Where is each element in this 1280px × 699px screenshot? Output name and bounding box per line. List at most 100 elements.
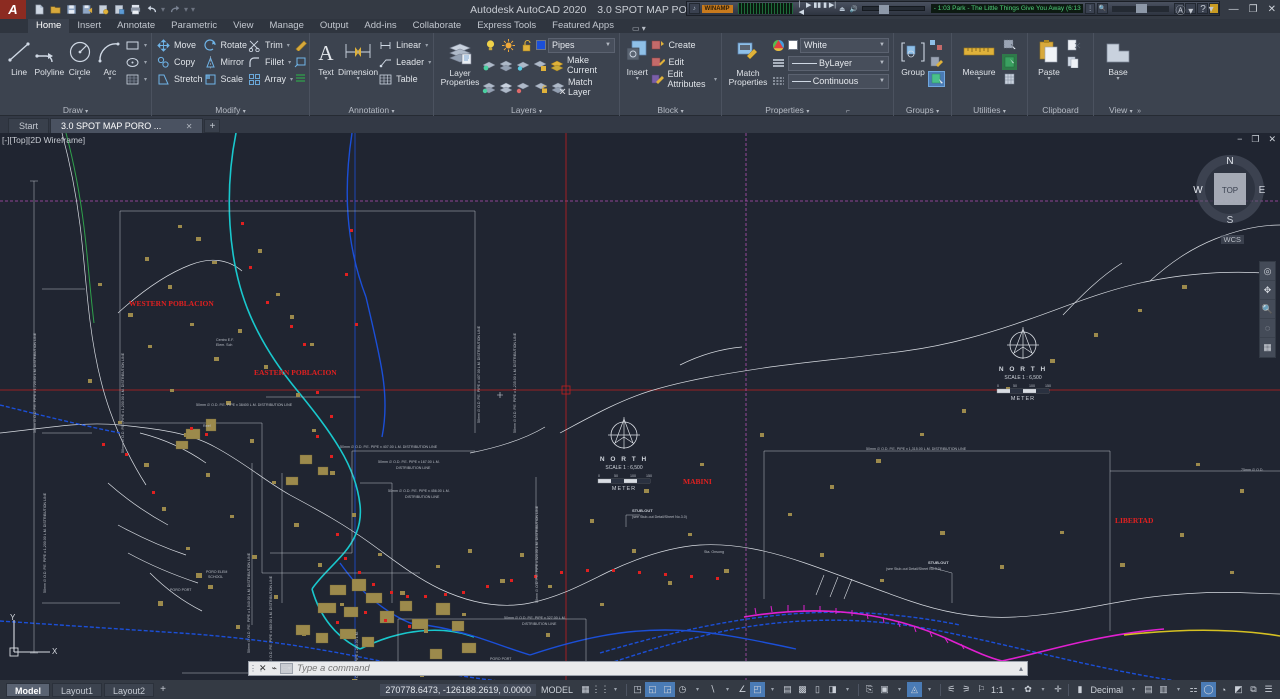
panel-title-draw[interactable]: Draw ▾ xyxy=(0,104,151,116)
showmotion-icon[interactable]: ▦ xyxy=(1260,338,1275,357)
workspace-switch-icon[interactable]: ✿ xyxy=(1020,682,1035,697)
orbit-icon[interactable]: ◌ xyxy=(1260,319,1275,338)
layer-off-icon[interactable] xyxy=(499,57,514,73)
group-edit-button[interactable] xyxy=(928,54,945,70)
command-grip[interactable]: ⋮⋮ xyxy=(249,664,265,673)
match-layer-label[interactable]: Match Layer xyxy=(568,77,615,97)
linetype-combo[interactable]: ByLayer ▼ xyxy=(788,55,889,71)
linetype-combo-caret[interactable]: ▼ xyxy=(879,60,885,66)
help-icon[interactable]: ? ▾ xyxy=(1200,4,1213,15)
share-view-icon[interactable]: ◔ xyxy=(1216,682,1231,697)
match-properties-button[interactable]: Match Properties xyxy=(726,36,770,87)
drawing-canvas[interactable]: .wl{stroke:#d9dde3;fill:none;stroke-widt… xyxy=(0,133,1280,680)
new-icon[interactable] xyxy=(32,2,47,17)
circle-dropdown-caret[interactable]: ▾ xyxy=(78,76,81,82)
ribbon-tab-output[interactable]: Output xyxy=(312,19,357,33)
make-current-label[interactable]: Make Current xyxy=(567,55,615,75)
unlock-icon[interactable] xyxy=(518,37,534,53)
ribbon-tab-home[interactable]: Home xyxy=(28,19,70,33)
open-icon[interactable] xyxy=(48,2,63,17)
object-snap-tracking-toggle[interactable]: ∖ xyxy=(705,682,720,697)
layer-unisolate-icon[interactable] xyxy=(482,79,497,95)
view-cube[interactable]: TOP N S E W xyxy=(1188,147,1272,231)
ribbon-gallery-icon[interactable]: ▭ ▾ xyxy=(632,24,646,33)
close-button[interactable]: ✕ xyxy=(1268,4,1276,15)
cut-button[interactable] xyxy=(1066,37,1081,53)
status-menu-icon[interactable]: ☰ xyxy=(1261,682,1276,697)
print-icon[interactable] xyxy=(128,2,143,17)
lineweight-combo[interactable]: Continuous ▼ xyxy=(788,73,889,89)
arc-button[interactable]: Arc ▾ xyxy=(95,35,125,82)
create-block-button[interactable]: Create xyxy=(650,37,717,53)
autoscale-caret[interactable]: ▾ xyxy=(892,682,907,697)
ortho-mode-toggle[interactable]: ◲ xyxy=(659,682,675,697)
group-selection-button[interactable] xyxy=(928,71,945,87)
winamp-search-button[interactable]: 🔍 xyxy=(1097,3,1108,14)
ellipse-button[interactable]: ▾ xyxy=(125,54,147,70)
annotation-scale-icon-c[interactable]: ⚐ xyxy=(974,682,989,697)
move-button[interactable]: Move xyxy=(156,37,203,53)
units-icon[interactable]: ▮ xyxy=(1072,682,1087,697)
pause-icon[interactable]: ▮▮ xyxy=(813,1,821,16)
panel-title-layers[interactable]: Layers ▾ xyxy=(434,104,619,116)
hatch-dropdown-caret[interactable]: ▾ xyxy=(144,76,147,83)
customize-qat-icon[interactable]: ▾ xyxy=(190,5,196,14)
polar-tracking-toggle[interactable]: ◷ xyxy=(675,682,690,697)
viewport-close-icon[interactable]: ✕ xyxy=(1268,134,1276,145)
winamp-position-slider[interactable] xyxy=(1111,3,1169,13)
polyline-button[interactable]: Polyline xyxy=(34,35,64,77)
annotation-monitor-toggle[interactable]: ◬ xyxy=(906,682,922,697)
polar-tracking-caret[interactable]: ▾ xyxy=(690,682,705,697)
transparency-toggle[interactable]: ▩ xyxy=(795,682,810,697)
lineweight-toggle[interactable]: ▤ xyxy=(780,682,795,697)
selection-filter-toggle[interactable]: ◰ xyxy=(749,682,765,697)
viewport-label[interactable]: [-][Top][2D Wireframe] xyxy=(2,135,85,145)
insert-block-button[interactable]: Insert ▾ xyxy=(624,35,650,82)
viewport-restore-icon[interactable]: ❐ xyxy=(1251,134,1259,145)
play-icon[interactable]: ▶ xyxy=(806,1,811,16)
annotation-scale-icon-a[interactable]: ⚟ xyxy=(944,682,959,697)
command-close-icon[interactable]: ✕ xyxy=(257,663,269,674)
dimension-dropdown-caret[interactable]: ▾ xyxy=(357,76,360,82)
winamp-transport[interactable]: |◀ ▶ ▮▮ ▮ ▶| xyxy=(796,1,840,16)
space-indicator[interactable]: MODEL xyxy=(536,685,578,695)
make-current-icon[interactable] xyxy=(550,57,565,73)
ribbon-tab-express-tools[interactable]: Express Tools xyxy=(469,19,544,33)
trusted-dwg-icon[interactable]: ◩ xyxy=(1231,682,1246,697)
restore-button[interactable]: ❐ xyxy=(1249,4,1258,15)
paste-button[interactable]: Paste ▾ xyxy=(1032,35,1066,82)
application-menu-button[interactable]: A xyxy=(0,0,26,19)
layer-color-swatch[interactable] xyxy=(536,40,546,50)
ribbon-tab-view[interactable]: View xyxy=(225,19,261,33)
ribbon-tab-addins[interactable]: Add-ins xyxy=(356,19,404,33)
arc-dropdown-caret[interactable]: ▾ xyxy=(108,76,111,82)
command-expand-icon[interactable]: ▴ xyxy=(1015,664,1027,673)
dimension-button[interactable]: Dimension ▾ xyxy=(338,35,378,82)
annotation-scale-caret[interactable]: ▾ xyxy=(1005,682,1020,697)
selection-cycling-toggle[interactable]: ▯ xyxy=(810,682,825,697)
copy-button[interactable]: Copy xyxy=(156,54,203,70)
layer-combo[interactable]: Pipes ▼ xyxy=(548,37,615,53)
steering-wheel-icon[interactable]: ◎ xyxy=(1260,262,1275,281)
doc-tab-spotmap[interactable]: 3.0 SPOT MAP PORO ... ✕ xyxy=(50,118,204,133)
explode-button[interactable] xyxy=(293,54,308,70)
layer-lock-icon[interactable] xyxy=(533,57,548,73)
volume-slider[interactable] xyxy=(861,5,925,14)
layer-thaw-icon[interactable] xyxy=(516,79,531,95)
offset-button[interactable] xyxy=(293,71,308,87)
circle-button[interactable]: Circle ▾ xyxy=(65,35,95,82)
panel-title-clipboard[interactable]: Clipboard xyxy=(1028,104,1093,116)
undo-dropdown-caret[interactable]: ▾ xyxy=(160,5,166,14)
layer-isolate-icon[interactable] xyxy=(482,57,497,73)
panel-title-modify[interactable]: Modify ▾ xyxy=(152,104,309,116)
paste-dropdown-caret[interactable]: ▾ xyxy=(1047,76,1050,82)
sun-icon[interactable] xyxy=(500,37,516,53)
hardware-accel-icon[interactable]: ▥ xyxy=(1156,682,1171,697)
navigation-bar[interactable]: ◎ ✥ 🔍 ◌ ▦ xyxy=(1259,261,1276,358)
leader-dropdown-caret[interactable]: ▾ xyxy=(428,59,431,66)
command-line[interactable]: ⋮⋮ ✕ ⌁ ▭▾ ▴ xyxy=(248,661,1028,676)
rectangle-dropdown-caret[interactable]: ▾ xyxy=(144,42,147,49)
base-view-button[interactable]: Base ▾ xyxy=(1098,35,1138,82)
dynamic-input-toggle[interactable]: ⎘ xyxy=(862,682,877,697)
annotation-scale-icon-b[interactable]: ⚞ xyxy=(959,682,974,697)
